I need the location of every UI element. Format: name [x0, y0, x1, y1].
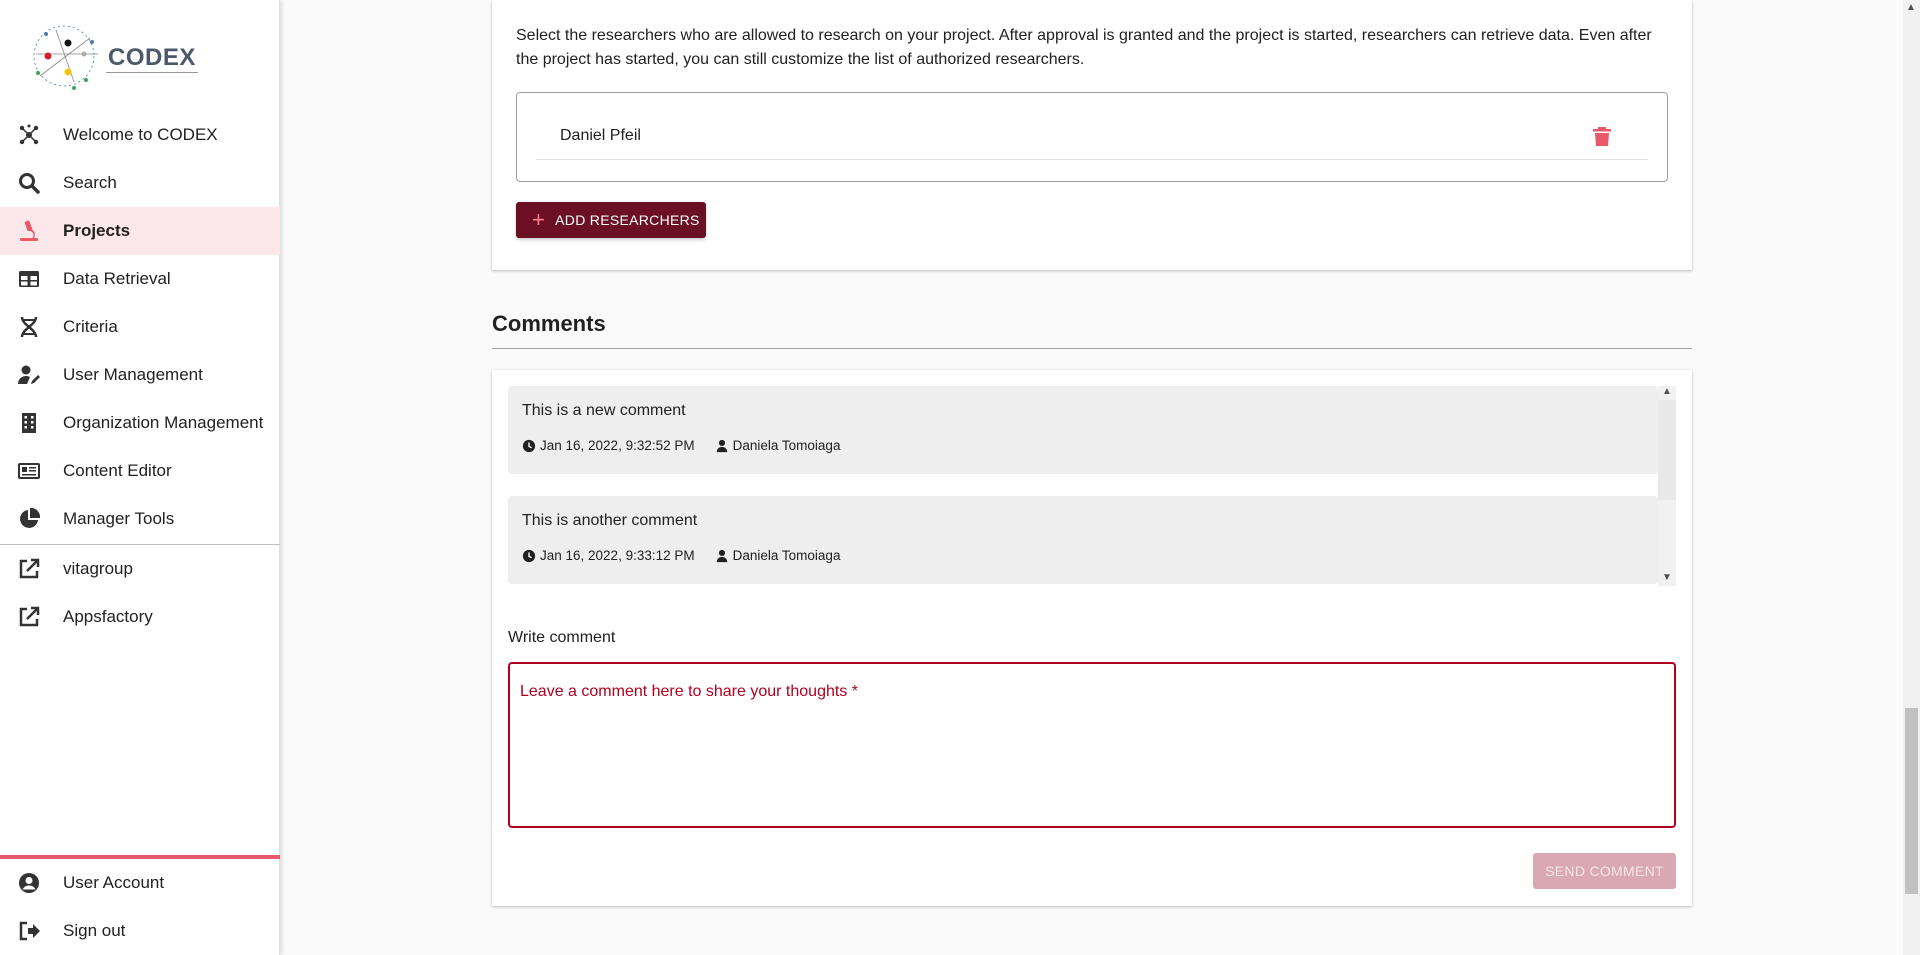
page-scrollbar-thumb[interactable]	[1905, 708, 1918, 894]
sidebar-item-sign-out[interactable]: Sign out	[0, 907, 280, 955]
sidebar-item-search[interactable]: Search	[0, 159, 280, 207]
codex-logo[interactable]: CODEX	[26, 18, 202, 96]
pie-chart-icon	[20, 507, 41, 528]
sidebar-link-vitagroup[interactable]: vitagroup	[0, 545, 280, 593]
logo-text: CODEX	[108, 44, 196, 71]
sidebar-item-projects[interactable]: Projects	[0, 207, 280, 255]
comment-text: This is a new comment	[522, 402, 686, 419]
user-icon	[716, 549, 727, 562]
page-scroll-up-icon[interactable]: ▲	[1906, 2, 1916, 13]
sidebar-item-label: User Management	[63, 365, 203, 384]
comment-placeholder: Leave a comment here to share your thoug…	[520, 683, 858, 700]
sidebar-item-label: Search	[63, 173, 117, 192]
sidebar-item-label: Content Editor	[63, 461, 172, 480]
sidebar-item-criteria[interactable]: Criteria	[0, 303, 280, 351]
sidebar-item-data-retrieval[interactable]: Data Retrieval	[0, 255, 280, 303]
sidebar-link-label: vitagroup	[63, 559, 133, 578]
comments-title: Comments	[492, 311, 606, 336]
sidebar-item-welcome[interactable]: Welcome to CODEX	[0, 111, 280, 159]
comment-meta: Jan 16, 2022, 9:33:12 PM Daniela Tomoiag…	[522, 548, 840, 563]
comment-meta: Jan 16, 2022, 9:32:52 PM Daniela Tomoiag…	[522, 438, 840, 453]
clock-icon	[522, 439, 536, 452]
plus-icon: +	[532, 207, 546, 232]
sidebar: CODEX Welcome to CODEX Search Projects D…	[0, 0, 280, 955]
comment-author: Daniela Tomoiaga	[732, 548, 841, 563]
add-researchers-label: ADD RESEARCHERS	[555, 212, 700, 228]
comment-text: This is another comment	[522, 512, 698, 529]
comment-date: Jan 16, 2022, 9:33:12 PM	[540, 548, 695, 563]
comment-item: This is a new comment Jan 16, 2022, 9:32…	[508, 386, 1658, 474]
comment-date: Jan 16, 2022, 9:32:52 PM	[540, 438, 695, 453]
user-edit-icon	[18, 365, 40, 384]
sidebar-item-label: Projects	[63, 221, 131, 240]
delete-researcher-trash-icon[interactable]	[1590, 124, 1614, 148]
sidebar-item-user-account[interactable]: User Account	[0, 859, 280, 907]
send-comment-button[interactable]: SEND COMMENT	[1533, 853, 1676, 889]
clock-icon	[522, 549, 536, 562]
scroll-up-arrow-icon[interactable]: ▲	[1662, 386, 1672, 397]
sidebar-item-user-management[interactable]: User Management	[0, 351, 280, 399]
user-icon	[716, 439, 727, 452]
comment-item: This is another comment Jan 16, 2022, 9:…	[508, 496, 1658, 584]
comments-divider	[492, 348, 1692, 349]
add-researchers-button[interactable]: + ADD RESEARCHERS	[516, 202, 706, 238]
sidebar-item-label: Organization Management	[63, 413, 264, 432]
network-logo-icon	[33, 25, 98, 90]
researchers-intro: Select the researchers who are allowed t…	[516, 27, 1652, 68]
sidebar-item-label: Welcome to CODEX	[63, 125, 218, 144]
account-circle-icon	[19, 873, 39, 893]
table-icon	[19, 271, 39, 287]
sidebar-item-manager-tools[interactable]: Manager Tools	[0, 495, 280, 543]
sidebar-item-label: Manager Tools	[63, 509, 175, 528]
comment-author: Daniela Tomoiaga	[732, 438, 841, 453]
write-comment-label: Write comment	[508, 629, 616, 646]
dna-icon	[20, 316, 38, 338]
sidebar-item-label: Sign out	[63, 921, 126, 940]
external-link-icon	[19, 558, 40, 579]
microscope-icon	[20, 220, 38, 241]
researcher-name: Daniel Pfeil	[560, 127, 641, 144]
molecule-icon	[19, 124, 39, 145]
comments-scrollbar-thumb[interactable]	[1658, 400, 1676, 500]
external-link-icon	[19, 606, 40, 627]
building-icon	[22, 413, 36, 433]
sidebar-item-label: Criteria	[63, 317, 118, 336]
sidebar-item-content-editor[interactable]: Content Editor	[0, 447, 280, 495]
researcher-row	[536, 112, 1648, 160]
sidebar-item-label: Data Retrieval	[63, 269, 171, 288]
sidebar-item-label: User Account	[63, 873, 165, 892]
newspaper-icon	[18, 463, 40, 479]
sidebar-link-appsfactory[interactable]: Appsfactory	[0, 593, 280, 641]
sign-out-icon	[19, 921, 40, 941]
sidebar-item-organization-management[interactable]: Organization Management	[0, 399, 280, 447]
sidebar-link-label: Appsfactory	[63, 607, 153, 626]
search-icon	[19, 173, 40, 194]
scroll-down-arrow-icon[interactable]: ▼	[1662, 572, 1672, 583]
